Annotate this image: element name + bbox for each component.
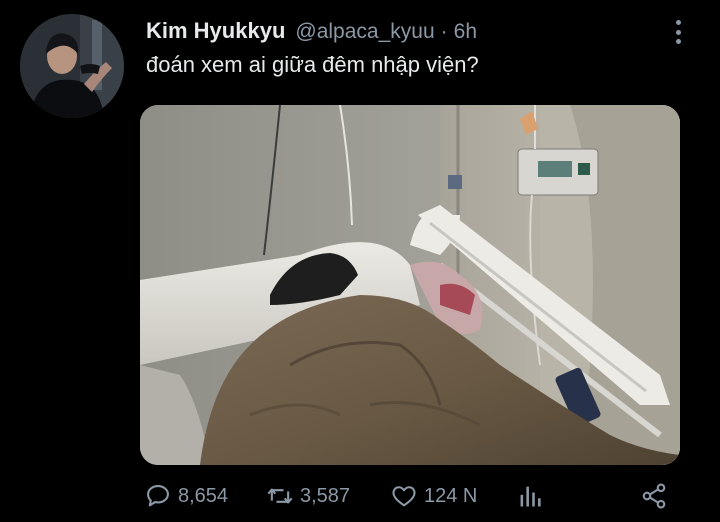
share-button[interactable]: [640, 478, 668, 514]
tweet-header: Kim Hyukkyu @alpaca_kyuu · 6h: [146, 18, 477, 48]
separator-dot: ·: [440, 20, 448, 43]
retweet-count: 3,587: [300, 484, 351, 507]
like-count: 124 N: [424, 484, 478, 507]
retweet-icon: [267, 488, 293, 504]
more-dot: [675, 39, 681, 44]
tweet[interactable]: Kim Hyukkyu @alpaca_kyuu · 6h đoán xem a…: [0, 0, 720, 522]
action-bar: 8,654 3,587 124 N: [140, 478, 680, 514]
more-dot: [675, 20, 681, 25]
avatar[interactable]: [20, 14, 124, 118]
more-dot: [675, 29, 681, 35]
share-icon: [642, 483, 666, 509]
hospital-bed-photo: [140, 105, 680, 465]
user-handle[interactable]: @alpaca_kyuu: [295, 20, 434, 44]
like-button[interactable]: 124 N: [390, 478, 477, 514]
tweet-media[interactable]: [140, 105, 680, 465]
tweet-text: đoán xem ai giữa đêm nhập viện?: [146, 52, 479, 77]
heart-icon: [392, 486, 416, 507]
timestamp[interactable]: 6h: [454, 20, 477, 44]
display-name[interactable]: Kim Hyukkyu: [146, 18, 285, 44]
reply-icon: [147, 485, 169, 507]
analytics-button[interactable]: [516, 478, 544, 514]
reply-count: 8,654: [178, 484, 229, 507]
retweet-button[interactable]: 3,587: [266, 478, 350, 514]
more-options-icon[interactable]: [668, 18, 688, 46]
analytics-icon: [520, 486, 541, 507]
profile-photo-icon: [20, 14, 124, 118]
reply-button[interactable]: 8,654: [144, 478, 228, 514]
